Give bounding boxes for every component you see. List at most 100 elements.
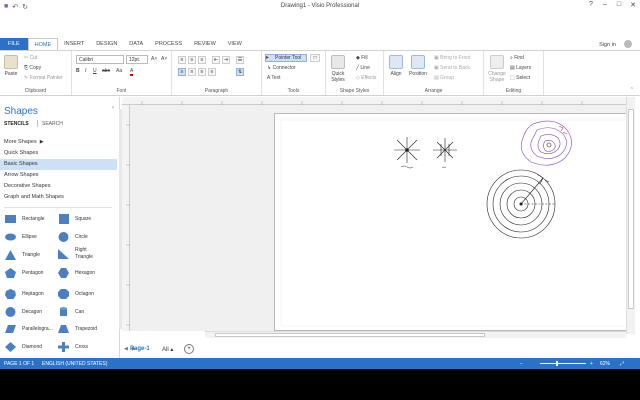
pointer-tool-button[interactable]: Pointer Tool <box>265 54 307 62</box>
font-size-select[interactable]: 12pt. <box>126 55 148 64</box>
line-button[interactable]: ╱ Line <box>356 65 370 71</box>
justify-icon[interactable]: ≡ <box>208 68 216 76</box>
concentric-circles-sketch[interactable] <box>486 169 556 239</box>
bring-to-front-button[interactable]: ▣ Bring to Front <box>434 55 470 61</box>
horizontal-scrollbar[interactable] <box>205 331 626 338</box>
tab-page-1[interactable]: Page-1 <box>130 346 150 352</box>
align-button[interactable]: Align <box>387 55 405 77</box>
font-family-select[interactable]: Calibri <box>76 55 124 64</box>
send-to-back-button[interactable]: ▣ Send to Back <box>434 65 470 71</box>
tab-review[interactable]: REVIEW <box>188 38 222 50</box>
shape-triangle[interactable]: Triangle <box>5 250 40 260</box>
align-center-icon[interactable]: ≡ <box>188 68 196 76</box>
shape-square[interactable]: Square <box>58 214 91 224</box>
vertical-scroll-thumb[interactable] <box>628 109 634 309</box>
collapse-ribbon-icon[interactable]: ⌃ <box>630 87 634 93</box>
fill-button[interactable]: ◆ Fill <box>356 55 368 61</box>
zoom-out-icon[interactable]: − <box>520 361 523 367</box>
bold-button[interactable]: B <box>76 68 80 74</box>
effects-button[interactable]: ◇ Effects <box>356 75 376 81</box>
fit-page-icon[interactable]: ⤢ <box>620 361 624 367</box>
stencil-more-shapes[interactable]: More Shapes ▶ <box>0 137 117 148</box>
hash-star-sketch[interactable] <box>433 138 457 162</box>
text-direction-icon[interactable]: ⇅ <box>236 68 244 76</box>
shape-right-triangle[interactable]: Right Triangle <box>58 247 105 261</box>
align-right-icon[interactable]: ≡ <box>198 68 206 76</box>
strikethrough-button[interactable]: abc <box>102 68 110 74</box>
minimize-button[interactable]: – <box>598 1 612 9</box>
language-indicator[interactable]: ENGLISH (UNITED STATES) <box>42 361 107 367</box>
underline-button[interactable]: U <box>93 68 97 74</box>
group-button[interactable]: ▤ Group <box>434 75 454 81</box>
align-top-icon[interactable]: ≡ <box>178 56 186 64</box>
tab-data[interactable]: DATA <box>123 38 149 50</box>
decrease-indent-icon[interactable]: ⇤ <box>212 56 220 64</box>
close-button[interactable]: ✕ <box>626 1 640 9</box>
cut-button[interactable]: ✂ Cut <box>24 55 37 61</box>
find-button[interactable]: ⌕ Find <box>510 55 524 61</box>
help-button[interactable]: ? <box>584 1 598 9</box>
grow-font-button[interactable]: A˄ <box>151 56 157 62</box>
tab-design[interactable]: DESIGN <box>90 38 123 50</box>
shape-circle[interactable]: Circle <box>58 232 88 242</box>
shape-trapezoid[interactable]: Trapezoid <box>58 324 97 334</box>
shape-parallelogram[interactable]: Parallelogra... <box>5 324 53 334</box>
page-indicator[interactable]: PAGE 1 OF 1 <box>4 361 34 367</box>
search-tab[interactable]: SEARCH <box>42 121 63 127</box>
tab-file[interactable]: FILE <box>0 38 28 50</box>
position-button[interactable]: Position <box>407 55 429 77</box>
connector-button[interactable]: ↳ Connector <box>267 65 296 71</box>
horizontal-scroll-thumb[interactable] <box>215 333 485 337</box>
all-pages-button[interactable]: All ▴ <box>162 346 173 353</box>
zoom-in-icon[interactable]: + <box>590 361 593 367</box>
shape-can[interactable]: Can <box>58 307 84 317</box>
stencil-decorative-shapes[interactable]: Decorative Shapes <box>0 181 117 192</box>
tab-view[interactable]: VIEW <box>222 38 248 50</box>
text-tool-button[interactable]: A Text <box>267 75 281 81</box>
select-button[interactable]: ⬚ Select <box>510 75 530 81</box>
shape-pentagon[interactable]: Pentagon <box>5 268 43 278</box>
vertical-scrollbar[interactable] <box>626 97 635 334</box>
tab-insert[interactable]: INSERT <box>58 38 90 50</box>
shape-rectangle[interactable]: Rectangle <box>5 214 45 224</box>
zoom-slider-thumb[interactable] <box>556 361 558 366</box>
font-color-button[interactable]: A <box>130 68 134 76</box>
tab-process[interactable]: PROCESS <box>149 38 188 50</box>
paste-button[interactable]: Paste <box>3 55 19 77</box>
stencil-basic-shapes[interactable]: Basic Shapes <box>0 159 117 170</box>
align-middle-icon[interactable]: ≡ <box>188 56 196 64</box>
bullets-icon[interactable]: ☰ <box>236 56 244 64</box>
drawing-canvas[interactable] <box>130 105 634 331</box>
zoom-slider[interactable] <box>540 363 586 364</box>
align-left-icon[interactable]: ≡ <box>178 68 186 76</box>
starburst-sketch[interactable] <box>394 137 420 163</box>
contour-sketch[interactable] <box>520 120 572 166</box>
shape-hexagon[interactable]: Hexagon <box>58 268 95 278</box>
italic-button[interactable]: I <box>85 68 86 74</box>
quick-styles-button[interactable]: Quick Styles <box>328 55 348 83</box>
collapse-pane-icon[interactable]: ‹ <box>112 105 114 111</box>
stencil-arrow-shapes[interactable]: Arrow Shapes <box>0 170 117 181</box>
align-bottom-icon[interactable]: ≡ <box>198 56 206 64</box>
add-page-button[interactable]: + <box>184 344 194 354</box>
stencils-tab[interactable]: STENCILS <box>4 121 29 127</box>
shape-diamond[interactable]: Diamond <box>5 342 42 352</box>
prev-page-icon[interactable]: ◀ <box>124 346 128 352</box>
increase-indent-icon[interactable]: ⇥ <box>222 56 230 64</box>
format-painter-button[interactable]: ✎ Format Painter <box>24 75 63 81</box>
change-case-button[interactable]: Aa <box>116 68 122 74</box>
maximize-button[interactable]: □ <box>612 1 626 9</box>
copy-button[interactable]: ⎘ Copy <box>24 65 41 71</box>
stencil-graph-math-shapes[interactable]: Graph and Math Shapes <box>0 192 117 203</box>
drawing-page[interactable] <box>274 113 634 331</box>
layers-button[interactable]: ▤ Layers <box>510 65 531 71</box>
shape-decagon[interactable]: Decagon <box>5 307 42 317</box>
shape-heptagon[interactable]: Heptagon <box>5 289 44 299</box>
shape-cross[interactable]: Cross <box>58 342 88 352</box>
rectangle-tool-icon[interactable]: □ <box>310 54 320 62</box>
shape-ellipse[interactable]: Ellipse <box>5 232 37 242</box>
stencil-quick-shapes[interactable]: Quick Shapes <box>0 148 117 159</box>
shrink-font-button[interactable]: A˅ <box>161 56 167 62</box>
change-shape-button[interactable]: Change Shape <box>486 55 508 83</box>
tab-home[interactable]: HOME <box>27 38 59 50</box>
